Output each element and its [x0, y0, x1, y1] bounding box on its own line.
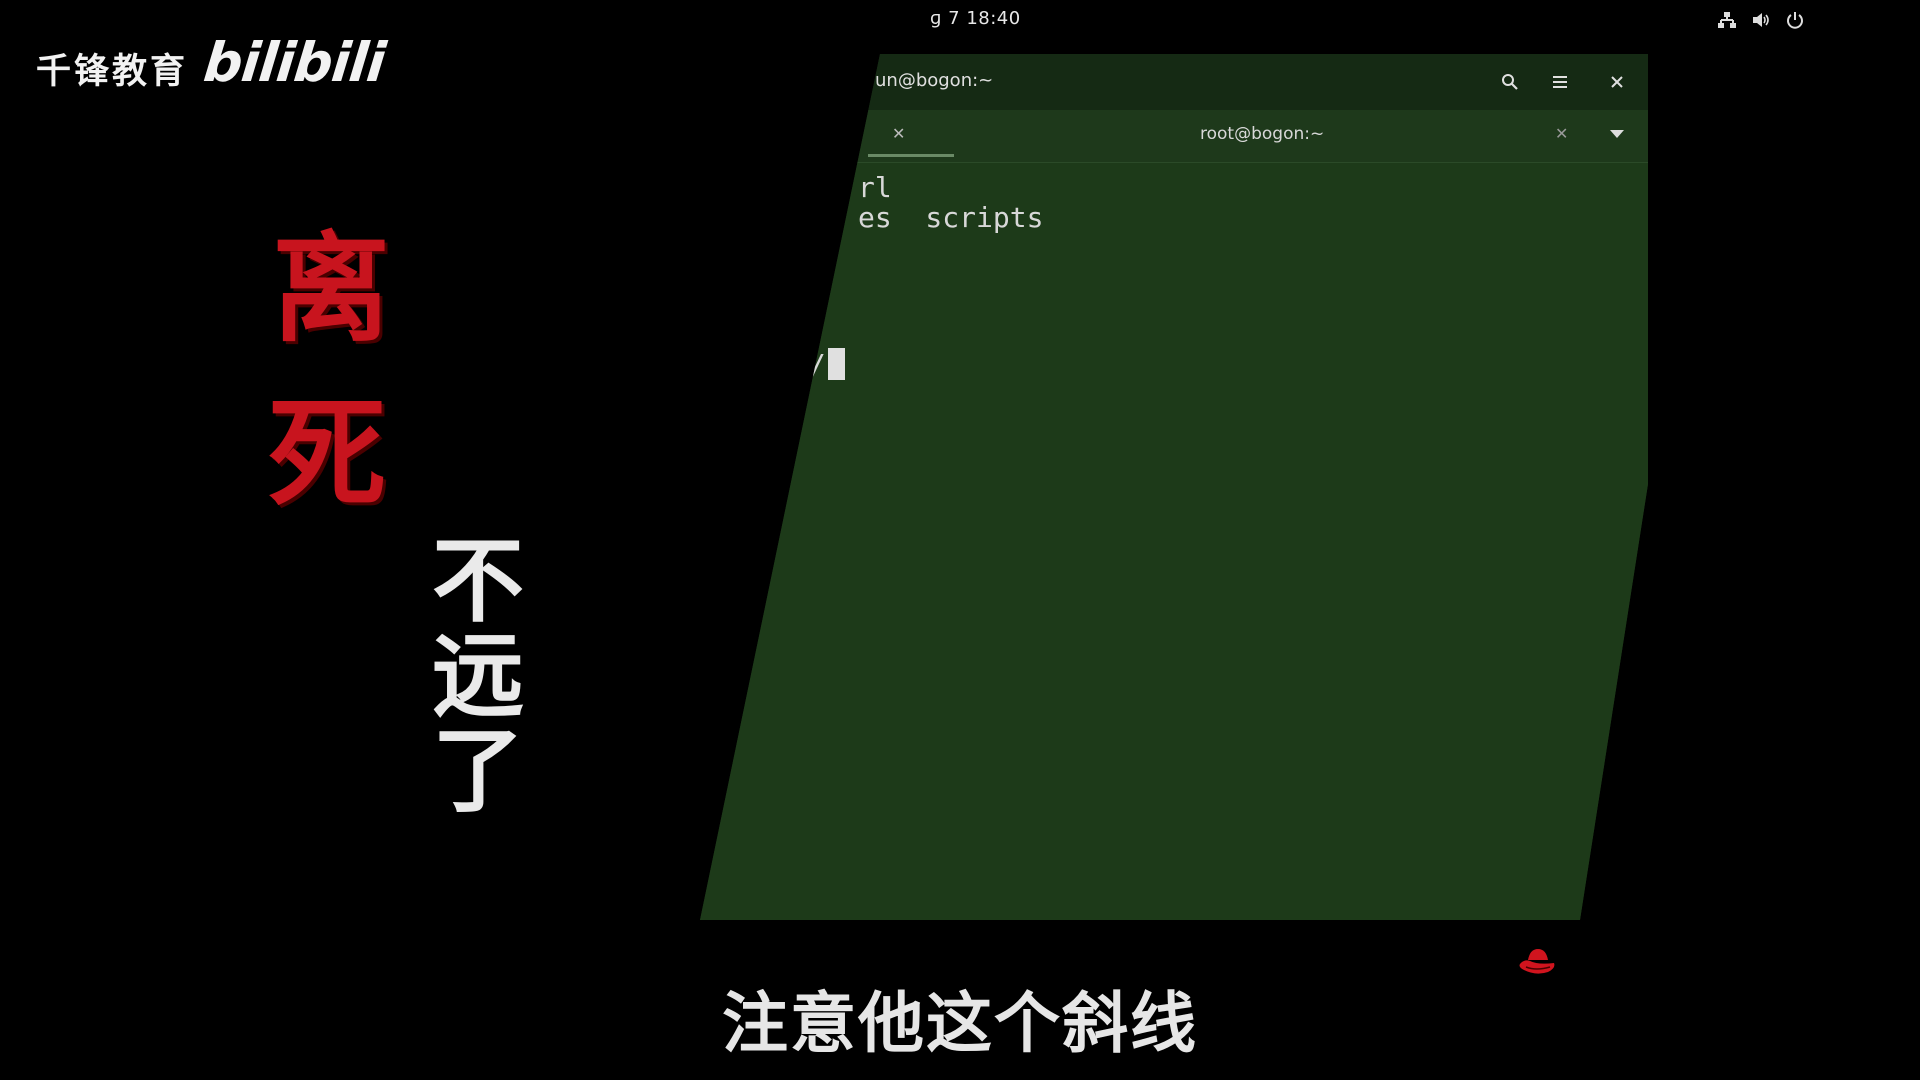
calligraphy-char: 死	[268, 384, 387, 523]
calligraphy-char: 不	[432, 527, 525, 635]
terminal-line: es scripts	[858, 201, 1044, 234]
brand-name: 千锋教育	[36, 52, 189, 92]
volume-icon[interactable]	[1750, 10, 1772, 30]
active-tab-indicator	[868, 154, 954, 157]
network-icon[interactable]	[1716, 10, 1738, 30]
prompt-text: 2/	[792, 348, 826, 381]
search-icon	[1502, 74, 1518, 90]
terminal-header: un@bogon:~	[700, 54, 1648, 110]
clock[interactable]: ɡ 7 18:40	[930, 8, 1021, 29]
watermark-logo: 千锋教育 bilibili	[36, 31, 388, 94]
window-title: un@bogon:~	[875, 70, 994, 91]
text-cursor	[827, 348, 845, 380]
video-subtitle: 注意他这个斜线	[722, 985, 1198, 1062]
tab-menu-chevron-down-icon[interactable]	[1610, 130, 1624, 138]
redhat-icon	[1519, 949, 1555, 974]
calligraphy-char: 了	[432, 717, 525, 825]
hamburger-menu-icon	[1553, 76, 1567, 88]
terminal-prompt-line[interactable]: 2/	[792, 348, 845, 381]
close-window-button[interactable]	[1602, 68, 1632, 96]
menu-button[interactable]	[1545, 68, 1575, 96]
tab-close-icon[interactable]: ✕	[892, 124, 905, 143]
calligraphy-char: 远	[432, 622, 525, 730]
close-icon	[1611, 76, 1623, 88]
terminal-window[interactable]: un@bogon:~ ✕ root@bogon:~ ✕ rl es script…	[700, 54, 1648, 920]
calligraphy-char: 离	[272, 219, 391, 358]
search-button[interactable]	[1495, 68, 1525, 96]
tab-root[interactable]: root@bogon:~	[1200, 124, 1324, 144]
terminal-line: rl	[858, 171, 892, 204]
bilibili-logo: bilibili	[200, 31, 388, 94]
tab-bar: ✕	[700, 110, 1648, 163]
tab-close-icon[interactable]: ✕	[1555, 124, 1568, 143]
terminal-output[interactable]: rl es scripts 2/	[700, 163, 1648, 920]
power-icon[interactable]	[1784, 10, 1806, 30]
